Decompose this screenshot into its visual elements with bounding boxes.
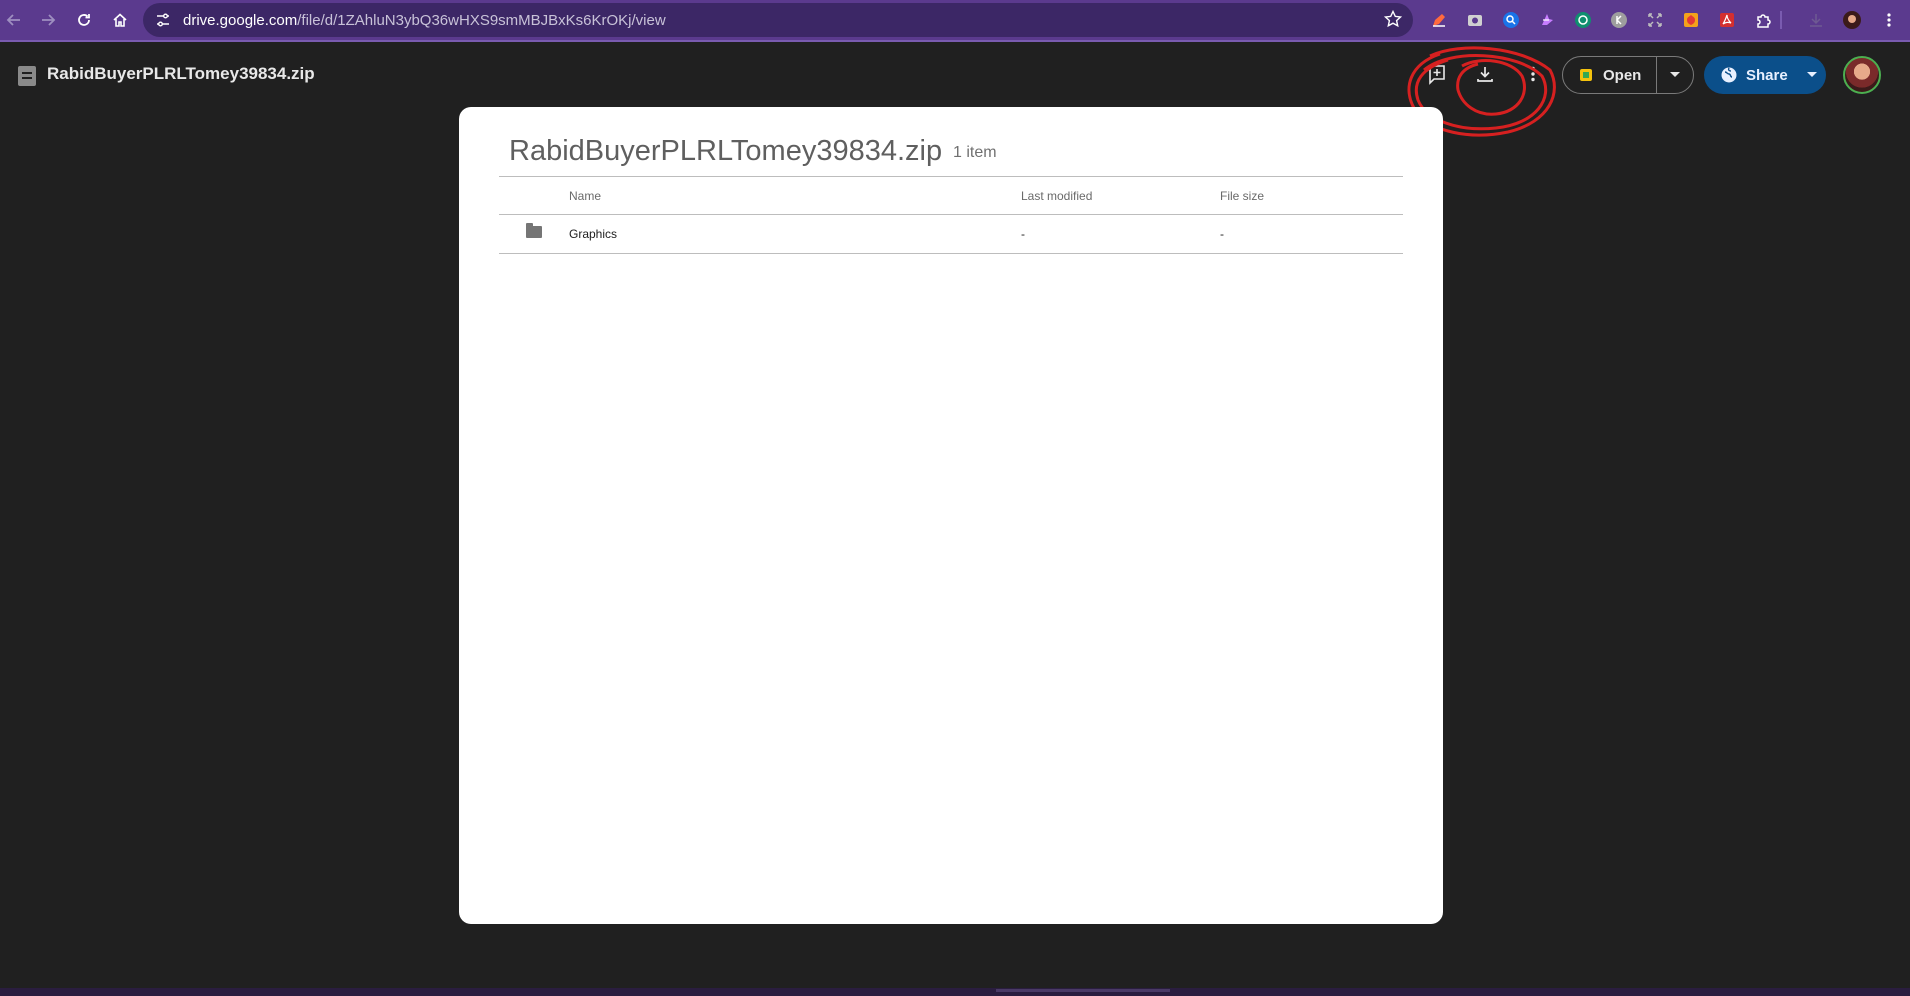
home-icon xyxy=(113,13,127,27)
camera-icon[interactable] xyxy=(1464,9,1486,31)
pen-icon[interactable] xyxy=(1428,9,1450,31)
sparkle-icon[interactable] xyxy=(1536,9,1558,31)
column-header-name: Name xyxy=(569,189,602,203)
forward-button[interactable] xyxy=(34,6,62,34)
add-to-drive-button[interactable] xyxy=(1417,54,1457,94)
more-vert-icon xyxy=(1531,66,1535,82)
item-count: 1 item xyxy=(953,144,997,161)
more-vert-icon[interactable] xyxy=(1878,9,1900,31)
row-last-modified: - xyxy=(1021,227,1025,241)
address-bar[interactable]: drive.google.com/file/d/1ZAhluN3ybQ36wHX… xyxy=(143,3,1413,37)
open-with-button[interactable]: Open xyxy=(1562,56,1694,94)
card-title: RabidBuyerPLRLTomey39834.zip xyxy=(509,135,943,167)
table-row[interactable]: Graphics - - xyxy=(499,215,1403,254)
expand-icon[interactable] xyxy=(1644,9,1666,31)
bottom-strip xyxy=(0,988,1910,996)
url-text: drive.google.com/file/d/1ZAhluN3ybQ36wHX… xyxy=(183,12,666,29)
account-avatar[interactable] xyxy=(1843,56,1881,94)
toolbar-divider xyxy=(1780,11,1782,29)
tune-icon[interactable] xyxy=(155,12,171,28)
folder-icon xyxy=(526,223,542,238)
download-icon[interactable] xyxy=(1805,9,1827,31)
file-name-title: RabidBuyerPLRLTomey39834.zip xyxy=(47,64,315,83)
chatgpt-icon[interactable] xyxy=(1572,9,1594,31)
reload-icon xyxy=(78,14,90,26)
column-header-last-modified: Last modified xyxy=(1021,189,1093,203)
profile-icon[interactable] xyxy=(1841,9,1863,31)
search-ext-icon[interactable] xyxy=(1500,9,1522,31)
share-dropdown-button[interactable] xyxy=(1798,56,1826,94)
browser-toolbar: drive.google.com/file/d/1ZAhluN3ybQ36wHX… xyxy=(0,0,1910,40)
back-button[interactable] xyxy=(0,6,28,34)
url-host: drive.google.com xyxy=(183,12,298,29)
open-dropdown-button[interactable] xyxy=(1657,57,1693,93)
shield-icon[interactable] xyxy=(1680,9,1702,31)
pdf-icon[interactable] xyxy=(1716,9,1738,31)
open-label: Open xyxy=(1603,66,1642,84)
row-name: Graphics xyxy=(569,227,618,241)
viewer-header: RabidBuyerPLRLTomey39834.zip Open Share xyxy=(0,42,1910,108)
column-header-file-size: File size xyxy=(1220,189,1265,203)
share-button[interactable]: Share xyxy=(1704,56,1826,94)
zip-contents-card: RabidBuyerPLRLTomey39834.zip 1 item Name… xyxy=(459,107,1443,924)
scroll-indicator xyxy=(996,989,1170,992)
add-to-drive-icon xyxy=(1429,65,1445,85)
home-button[interactable] xyxy=(106,6,134,34)
app-icon xyxy=(1580,69,1592,81)
share-button-main[interactable]: Share xyxy=(1704,56,1798,94)
arrow-left-icon xyxy=(6,14,20,26)
caret-down-icon xyxy=(1670,72,1680,77)
k-icon[interactable] xyxy=(1608,9,1630,31)
url-path: /file/d/1ZAhluN3ybQ36wHXS9smMBJBxKs6KrOK… xyxy=(297,12,666,29)
star-icon[interactable] xyxy=(1383,9,1403,29)
more-actions-button[interactable] xyxy=(1513,54,1553,94)
caret-down-icon xyxy=(1807,72,1817,77)
open-button-main[interactable]: Open xyxy=(1563,57,1657,93)
download-button[interactable] xyxy=(1465,54,1505,94)
file-type-icon xyxy=(18,66,36,86)
reload-button[interactable] xyxy=(70,6,98,34)
puzzle-icon[interactable] xyxy=(1752,9,1774,31)
arrow-right-icon xyxy=(42,14,56,26)
row-file-size: - xyxy=(1220,227,1224,241)
globe-icon xyxy=(1721,67,1737,83)
share-label: Share xyxy=(1746,66,1788,84)
download-icon xyxy=(1477,67,1493,82)
file-table: Name Last modified File size Graphics - … xyxy=(499,176,1403,254)
table-header: Name Last modified File size xyxy=(499,176,1403,215)
